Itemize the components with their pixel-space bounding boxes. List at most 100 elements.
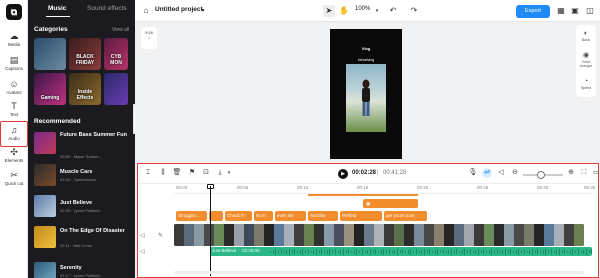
- timeline-panel: ⌶ ⫼ 🗑 ⚑ ⊡ ⤓ ▾ ▶ 00:02:28 | 00:41:28 🎙 ⇌ …: [137, 163, 599, 278]
- tool-speed[interactable]: ◔ Speed: [576, 77, 596, 90]
- list-item[interactable]: Muscle Cars 01:04 · Openmoood: [34, 164, 132, 192]
- avatar-icon: ☺: [9, 79, 19, 89]
- panel-toggle-icon[interactable]: ◫: [584, 5, 596, 17]
- playhead[interactable]: [210, 186, 211, 276]
- category-tile[interactable]: [34, 38, 66, 70]
- microphone-icon[interactable]: 🎙: [468, 168, 478, 178]
- rail-item-label: Quick cut: [4, 181, 24, 186]
- chevron-down-icon[interactable]: ▾: [224, 168, 234, 178]
- select-icon[interactable]: ⌶: [143, 168, 153, 178]
- video-subtitle-text: #shortvlog: [357, 58, 375, 62]
- text-clip[interactable]: Strugglin...: [176, 211, 207, 221]
- timeline-scrollbar[interactable]: [174, 271, 584, 274]
- rail-item-captions[interactable]: ▤ Captions: [0, 52, 28, 78]
- fit-icon[interactable]: ⛶: [579, 168, 589, 178]
- waveform-bar: [291, 250, 293, 253]
- text-clip[interactable]: get yours now: [384, 211, 427, 221]
- waveform-bar: [561, 250, 563, 253]
- list-item[interactable]: Future Bass Summer Fun 00:59 · Mayur Sur…: [34, 132, 132, 160]
- tab-music[interactable]: Music: [48, 5, 66, 12]
- play-button[interactable]: ▶: [338, 169, 348, 179]
- top-bar: ⌂ Untitled project ▾ ➤ ✋ 100% ▾ ↶ ↷ Expo…: [135, 0, 600, 22]
- text-clip[interactable]: even wh: [275, 211, 306, 221]
- list-item[interactable]: On The Edge Of Disaster 02:11 · Neil Cro…: [34, 226, 132, 254]
- sticker-clip[interactable]: ▣: [363, 199, 418, 208]
- app-logo[interactable]: ⧉: [6, 4, 22, 20]
- zoom-in-icon[interactable]: ⊕: [566, 168, 576, 178]
- list-item[interactable]: Serenity 01:17 · Lynne Publishi...: [34, 262, 132, 278]
- zoom-level[interactable]: 100%: [355, 6, 370, 12]
- waveform-bar: [513, 250, 514, 253]
- split-icon[interactable]: ⫼: [158, 168, 168, 178]
- export-button[interactable]: Export: [516, 5, 550, 18]
- category-tile[interactable]: Gaming: [34, 73, 66, 105]
- zoom-slider-handle[interactable]: [537, 171, 545, 179]
- video-frame: [334, 224, 344, 246]
- waveform-bar: [418, 250, 420, 253]
- text-clip[interactable]: And the: [308, 211, 338, 221]
- cursor-select-icon[interactable]: ➤: [323, 5, 335, 17]
- zoom-out-icon[interactable]: ⊖: [510, 168, 520, 178]
- undo-icon[interactable]: ↶: [387, 5, 399, 17]
- rail-item-label: Media: [7, 42, 21, 47]
- list-item[interactable]: Just Believe 02:39 · Lynne Publishi...: [34, 195, 132, 223]
- audio-track[interactable]: Just Believe 02:39:00: [210, 247, 592, 256]
- category-tile[interactable]: BLACK FRIDAY: [69, 38, 101, 70]
- chevron-down-icon[interactable]: ▾: [197, 5, 209, 17]
- waveform-bar: [337, 250, 339, 253]
- flag-icon[interactable]: ⚑: [187, 168, 197, 178]
- waveform-bar: [521, 250, 523, 253]
- waveform-bar: [356, 248, 358, 255]
- grid-icon[interactable]: ▦: [555, 5, 567, 17]
- video-frame: [274, 224, 284, 246]
- view-all-link[interactable]: View all: [112, 27, 129, 33]
- audio-volume-icon[interactable]: ◁: [140, 248, 145, 255]
- track-title: On The Edge Of Disaster: [60, 228, 125, 234]
- chevron-down-icon[interactable]: ▾: [371, 5, 383, 17]
- delete-icon[interactable]: 🗑: [172, 168, 182, 178]
- waveform-bar: [407, 249, 409, 254]
- waveform-bar: [288, 248, 290, 255]
- layout-icon[interactable]: ▣: [569, 5, 581, 17]
- selection-range-bar[interactable]: [308, 194, 418, 196]
- hand-tool-icon[interactable]: ✋: [338, 5, 350, 17]
- menu-icon[interactable]: ⌂: [140, 5, 152, 17]
- tab-sound-effects[interactable]: Sound effects: [87, 5, 127, 12]
- redo-icon[interactable]: ↷: [408, 5, 420, 17]
- waveform-bar: [318, 250, 320, 253]
- volume-icon[interactable]: ◁: [140, 232, 145, 239]
- waveform-bar: [583, 249, 585, 254]
- track-title: Just Believe: [60, 200, 93, 206]
- waveform-bar: [324, 250, 325, 253]
- category-tile[interactable]: Inside Effects: [69, 73, 101, 105]
- waveform-bar: [553, 250, 555, 253]
- waveform-bar: [526, 250, 528, 253]
- video-frame: [574, 224, 584, 246]
- text-clip[interactable]: Its m: [254, 211, 273, 221]
- comment-icon[interactable]: ▭: [591, 168, 600, 178]
- category-tile[interactable]: CYB MON: [104, 38, 128, 70]
- project-title[interactable]: Untitled project: [155, 6, 203, 13]
- video-track[interactable]: [174, 224, 584, 246]
- link-icon[interactable]: ⇌: [482, 168, 492, 178]
- video-preview[interactable]: Vlog #shortvlog: [330, 29, 402, 159]
- tool-basic[interactable]: ◐ Basic: [576, 29, 596, 42]
- aspect-ratio-button[interactable]: 9:16 ♪: [141, 27, 157, 49]
- video-frame: [314, 224, 324, 246]
- rail-item-media[interactable]: ☁ Media: [0, 28, 28, 54]
- edit-track-icon[interactable]: ✎: [158, 232, 163, 239]
- waveform-bar: [448, 249, 450, 254]
- rail-item-quick-cut[interactable]: ✂ Quick cut: [0, 167, 28, 193]
- tool-label: Speed: [580, 86, 592, 90]
- timeline-zoom-slider[interactable]: [523, 171, 563, 179]
- category-tile[interactable]: [104, 73, 128, 105]
- crop-icon[interactable]: ⊡: [201, 168, 211, 178]
- volume-icon[interactable]: ◁: [496, 168, 506, 178]
- waveform-bar: [434, 249, 436, 254]
- audio-clip-title: Just Believe: [212, 248, 237, 253]
- text-clip[interactable]: Check th: [225, 211, 252, 221]
- video-frame: [224, 224, 234, 246]
- text-clip[interactable]: [209, 211, 223, 221]
- tool-voice-changer[interactable]: ◉ Voice changer: [576, 51, 596, 68]
- text-clip[interactable]: Perfect: [340, 211, 382, 221]
